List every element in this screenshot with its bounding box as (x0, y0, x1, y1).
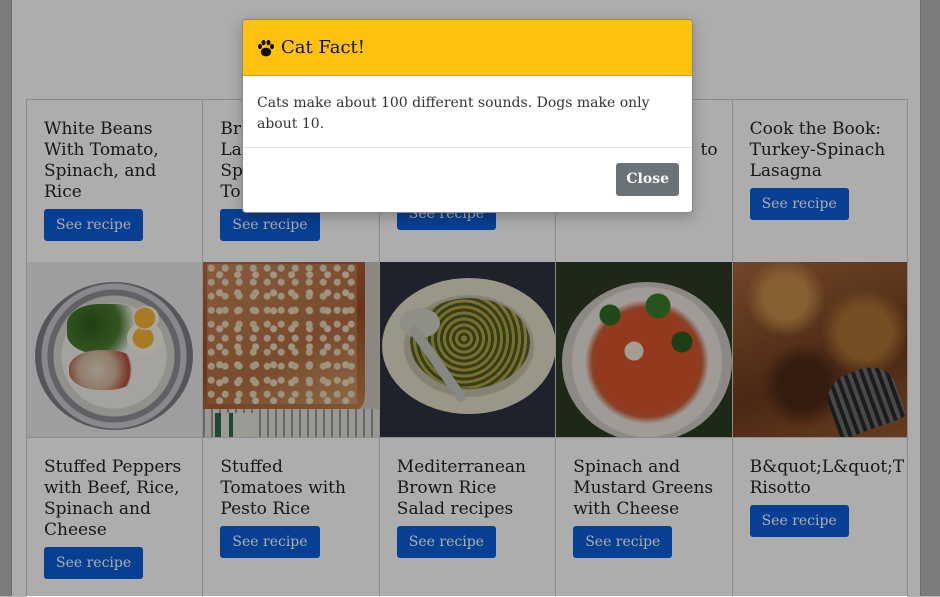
modal-body: Cats make about 100 different sounds. Do… (243, 76, 692, 148)
paw-icon (258, 39, 274, 56)
modal-title: Cat Fact! (281, 37, 366, 58)
modal-header: Cat Fact! (243, 20, 692, 76)
modal-footer: Close (243, 148, 692, 210)
close-button[interactable]: Close (616, 163, 679, 196)
cat-fact-modal: Cat Fact! Cats make about 100 different … (242, 19, 693, 213)
